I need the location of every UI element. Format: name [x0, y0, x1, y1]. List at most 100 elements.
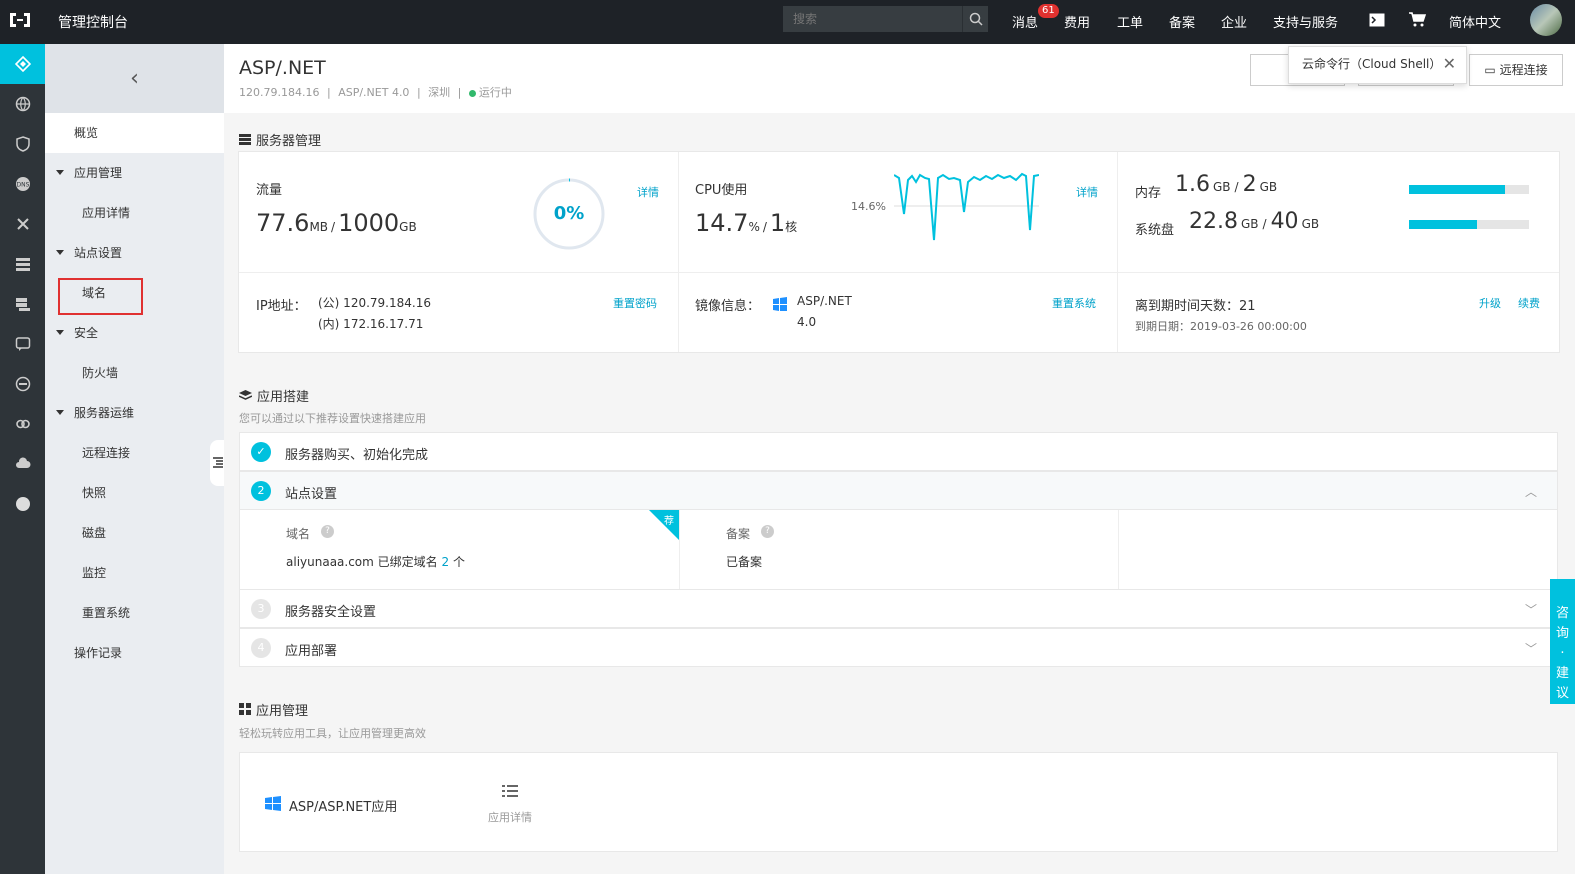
- feedback-tab[interactable]: 咨 询 · 建 议: [1550, 579, 1575, 704]
- unit: GB: [1301, 217, 1320, 231]
- rail-chat-icon[interactable]: [0, 324, 45, 364]
- rail-cross-icon[interactable]: [0, 204, 45, 244]
- nav-messages[interactable]: 消息: [1012, 12, 1038, 31]
- traffic-detail-link[interactable]: 详情: [637, 184, 659, 200]
- nav-support[interactable]: 支持与服务: [1273, 12, 1338, 31]
- remote-connect-label: 远程连接: [1499, 63, 1548, 77]
- step-security[interactable]: 3 服务器安全设置 ﹀: [239, 589, 1558, 628]
- nav-icp[interactable]: 备案: [1169, 12, 1195, 31]
- sidebar: ‹ 概览 应用管理 应用详情 站点设置 域名 安全 防火墙 服务器运维 远程连接…: [45, 44, 224, 874]
- chevron-left-icon: ‹: [130, 66, 139, 91]
- windows-icon: [265, 796, 281, 814]
- caret-down-icon: [56, 410, 64, 415]
- cpu-percent: 14.7: [695, 209, 749, 237]
- sidebar-item-firewall[interactable]: 防火墙: [45, 353, 224, 393]
- rail-cloud-icon[interactable]: [0, 444, 45, 484]
- reset-system-link[interactable]: 重置系统: [1052, 295, 1096, 311]
- search-input[interactable]: [783, 6, 963, 32]
- avatar[interactable]: [1530, 4, 1562, 36]
- message-count-badge: 61: [1038, 4, 1059, 18]
- nav-language[interactable]: 简体中文: [1449, 12, 1501, 31]
- close-icon[interactable]: ✕: [1443, 47, 1456, 81]
- app-detail-button[interactable]: 应用详情: [476, 785, 544, 825]
- domain-unit: 个: [452, 555, 465, 569]
- memory-usage-fill: [1409, 185, 1505, 194]
- check-icon: ✓: [251, 442, 271, 462]
- server-icon: [239, 134, 251, 149]
- sidebar-item-snapshot[interactable]: 快照: [45, 473, 224, 513]
- nav-tickets[interactable]: 工单: [1117, 12, 1143, 31]
- help-icon[interactable]: ?: [321, 525, 334, 538]
- step-purchase[interactable]: ✓ 服务器购买、初始化完成: [239, 432, 1558, 471]
- back-button[interactable]: ‹: [45, 44, 224, 113]
- cpu-value: 14.7%/1核: [695, 209, 797, 237]
- sidebar-item-disk[interactable]: 磁盘: [45, 513, 224, 553]
- traffic-total: 1000: [338, 209, 400, 237]
- console-title[interactable]: 管理控制台: [58, 12, 128, 32]
- cpu-detail-link[interactable]: 详情: [1076, 184, 1098, 200]
- search-icon[interactable]: [962, 6, 988, 32]
- unit: 核: [785, 220, 798, 234]
- sidebar-item-oplog[interactable]: 操作记录: [45, 633, 224, 673]
- sidebar-item-monitor[interactable]: 监控: [45, 553, 224, 593]
- rail-dns-icon[interactable]: DNS: [0, 164, 45, 204]
- disk-label: 系统盘: [1135, 223, 1175, 238]
- search-box[interactable]: [783, 6, 988, 32]
- rail-list-icon[interactable]: [0, 244, 45, 284]
- selection-highlight-box: [58, 278, 143, 315]
- sidebar-item-app-detail[interactable]: 应用详情: [45, 193, 224, 233]
- chevron-down-icon[interactable]: ﹀: [1525, 640, 1537, 657]
- traffic-value: 77.6MB/1000GB: [256, 209, 417, 237]
- expire-date: 到期日期：2019-03-26 00:00:00: [1135, 320, 1307, 333]
- sidebar-group-site-settings[interactable]: 站点设置: [45, 233, 224, 273]
- rail-database-icon[interactable]: [0, 284, 45, 324]
- image-name: ASP/.NET: [797, 294, 852, 308]
- nav-billing[interactable]: 费用: [1064, 12, 1090, 31]
- sidebar-item-overview[interactable]: 概览: [45, 113, 224, 153]
- cart-icon[interactable]: [1409, 12, 1427, 30]
- app-build-section-title: 应用搭建: [238, 386, 309, 405]
- traffic-used: 77.6: [256, 209, 310, 237]
- step-label: 服务器安全设置: [285, 605, 377, 620]
- sidebar-item-remote[interactable]: 远程连接: [45, 433, 224, 473]
- aliyun-logo-icon[interactable]: [8, 11, 32, 31]
- sidebar-item-reset-system[interactable]: 重置系统: [45, 593, 224, 633]
- sidebar-group-security[interactable]: 安全: [45, 313, 224, 353]
- rail-shield-icon[interactable]: [0, 124, 45, 164]
- step-deploy[interactable]: 4 应用部署 ﹀: [239, 628, 1558, 667]
- rail-lightserver-icon[interactable]: [0, 44, 45, 84]
- upgrade-link[interactable]: 升级: [1479, 295, 1501, 311]
- rail-circle-icon[interactable]: [0, 484, 45, 524]
- domain-value: aliyunaaa.com 已绑定域名 2 个: [286, 553, 465, 570]
- step-site-settings[interactable]: 2 站点设置 ︿: [239, 471, 1558, 510]
- product-rail: DNS: [0, 44, 45, 874]
- layers-icon: [238, 390, 253, 405]
- remote-connect-button[interactable]: ▭ 远程连接: [1469, 54, 1563, 86]
- cpu-label: CPU使用: [695, 183, 748, 198]
- traffic-label: 流量: [256, 183, 283, 198]
- sidebar-group-label: 服务器运维: [74, 406, 135, 420]
- reset-password-link[interactable]: 重置密码: [613, 295, 657, 311]
- disk-total: 40: [1270, 209, 1299, 234]
- sidebar-group-app-mgmt[interactable]: 应用管理: [45, 153, 224, 193]
- rail-cdn-icon[interactable]: [0, 364, 45, 404]
- rail-globe-icon[interactable]: [0, 84, 45, 124]
- cpu-sparkline: [894, 172, 1039, 241]
- help-icon[interactable]: ?: [761, 525, 774, 538]
- chevron-down-icon[interactable]: ﹀: [1525, 601, 1537, 618]
- ip-public: (公) 120.79.184.16: [318, 296, 431, 310]
- cloud-shell-icon[interactable]: [1369, 13, 1385, 30]
- feedback-char: ·: [1560, 646, 1565, 661]
- sidebar-item-domain[interactable]: 域名: [45, 273, 224, 315]
- monitor-icon: ▭: [1484, 63, 1496, 77]
- chevron-up-icon[interactable]: ︿: [1525, 483, 1537, 500]
- sidebar-group-ops[interactable]: 服务器运维: [45, 393, 224, 433]
- nav-enterprise[interactable]: 企业: [1221, 12, 1247, 31]
- domain-count-link[interactable]: 2: [441, 555, 449, 569]
- app-mgmt-section-title: 应用管理: [239, 700, 308, 719]
- disk-used: 22.8: [1189, 209, 1238, 234]
- step-label: 应用部署: [285, 644, 338, 659]
- site-settings-panel: 域名 ? aliyunaaa.com 已绑定域名 2 个 荐 备案 ? 已备案: [239, 510, 1558, 590]
- renew-link[interactable]: 续费: [1518, 295, 1540, 311]
- rail-link-icon[interactable]: [0, 404, 45, 444]
